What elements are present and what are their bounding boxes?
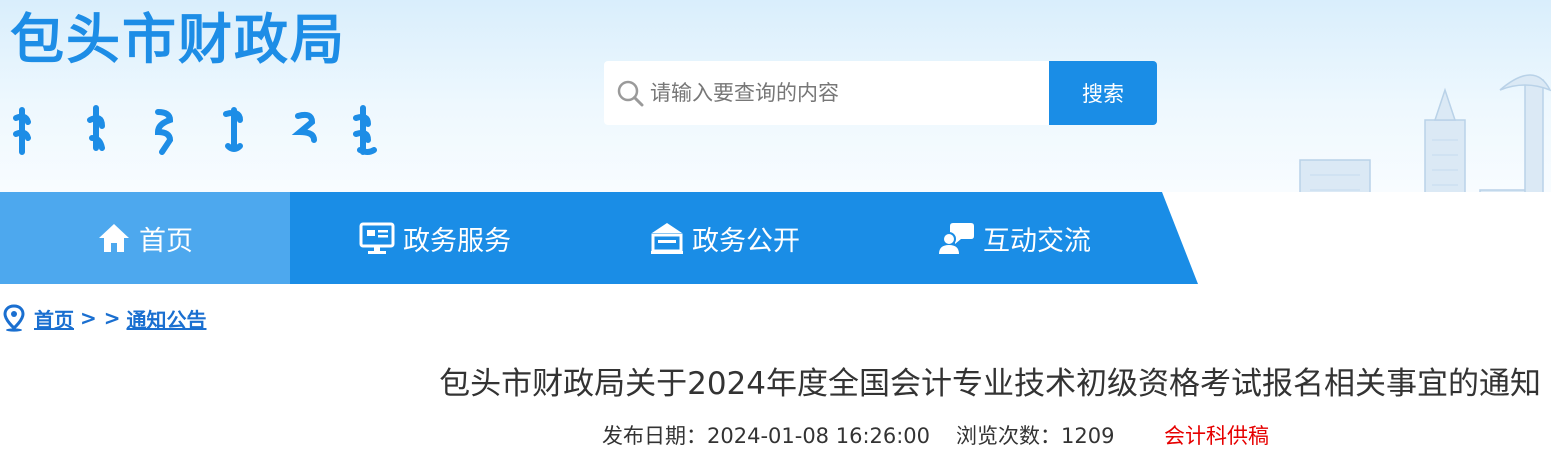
nav-item-label: 首页 xyxy=(139,225,193,257)
nav-item-interaction[interactable]: 互动交流 xyxy=(870,192,1160,284)
nav-item-label: 政务服务 xyxy=(403,225,511,257)
city-skyline-illustration xyxy=(1299,74,1551,192)
breadcrumb-separator: > > xyxy=(80,306,121,330)
publish-date: 发布日期：2024-01-08 16:26:00 xyxy=(602,424,931,448)
site-title: 包头市财政局 xyxy=(10,8,346,71)
nav-item-home[interactable]: 首页 xyxy=(0,192,290,284)
search-button[interactable]: 搜索 xyxy=(1049,61,1157,125)
nav-item-label: 政务公开 xyxy=(692,225,800,257)
nav-item-label: 互动交流 xyxy=(983,225,1091,257)
header-banner: 包头市财政局 搜索 xyxy=(0,0,1551,192)
article-title: 包头市财政局关于2024年度全国会计专业技术初级资格考试报名相关事宜的通知 xyxy=(439,366,1541,402)
chat-user-icon xyxy=(939,223,974,254)
nav-item-services[interactable]: 政务服务 xyxy=(290,192,580,284)
breadcrumb: 首页 > > 通知公告 xyxy=(2,302,206,334)
search-icon xyxy=(617,80,644,107)
article-source: 会计科供稿 xyxy=(1164,424,1269,448)
home-icon xyxy=(99,224,129,252)
breadcrumb-current-link[interactable]: 通知公告 xyxy=(126,304,206,333)
mongolian-script-logo xyxy=(13,105,377,155)
location-pin-icon xyxy=(3,304,25,332)
nav-item-public[interactable]: 政务公开 xyxy=(580,192,870,284)
building-icon xyxy=(651,223,683,254)
view-count: 浏览次数：1209 xyxy=(956,424,1115,448)
monitor-icon xyxy=(359,222,395,254)
main-nav: 首页 政务服务 政务公开 互动交流 xyxy=(0,192,1551,284)
search-input[interactable] xyxy=(650,61,1040,125)
search-box xyxy=(604,61,1049,125)
breadcrumb-home-link[interactable]: 首页 xyxy=(34,304,74,333)
